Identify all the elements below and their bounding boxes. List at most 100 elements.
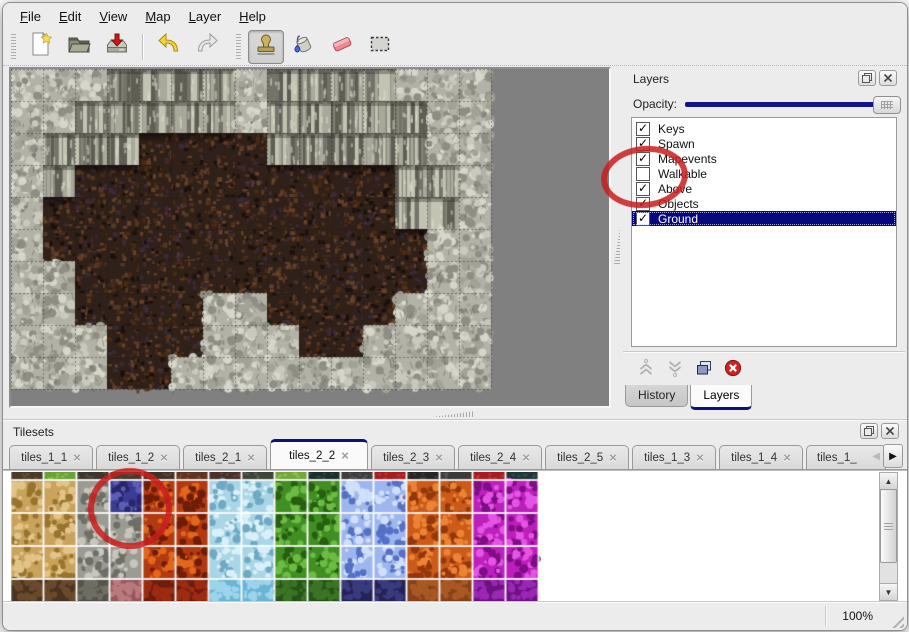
scroll-tabs-left-icon[interactable]: ◀ [869, 451, 883, 462]
open-folder-icon [66, 31, 92, 62]
layer-visibility-checkbox[interactable]: ✓ [636, 197, 650, 211]
toolbar-drag-handle[interactable] [11, 34, 16, 60]
layer-row-spawn[interactable]: ✓Spawn [632, 136, 896, 151]
tileset-tab-bar: tiles_1_1×tiles_1_2×tiles_2_1×tiles_2_2×… [3, 442, 907, 470]
duplicate-layer-button[interactable] [693, 357, 715, 379]
tilesets-panel: Tilesets tiles_1_1×tiles_1_2×tiles_2_1×t… [3, 419, 907, 602]
tileset-tab-label: tiles_1_1 [21, 452, 67, 464]
stamp-tool-button[interactable] [248, 30, 284, 64]
layer-row-walkable[interactable]: Walkable [632, 166, 896, 181]
layer-visibility-checkbox[interactable]: ✓ [636, 212, 650, 226]
map-canvas[interactable] [11, 69, 609, 406]
tileset-tab-label: tiles_1_3 [644, 452, 690, 464]
eraser-tool-button[interactable] [324, 30, 360, 64]
layers-panel-header: Layers [623, 67, 905, 91]
layer-visibility-checkbox[interactable]: ✓ [636, 122, 650, 136]
splitter-grip[interactable] [614, 227, 620, 265]
menu-item-layer[interactable]: Layer [180, 6, 231, 26]
tab-close-icon[interactable]: × [783, 453, 791, 463]
tab-close-icon[interactable]: × [341, 451, 349, 461]
layer-row-ground[interactable]: ✓Ground [632, 211, 896, 226]
tileset-tab-tiles_1_2[interactable]: tiles_1_2× [96, 445, 180, 469]
tileset-tab-tiles_1_1[interactable]: tiles_1_1 × [9, 445, 93, 469]
layer-row-above[interactable]: ✓ Above [632, 181, 896, 196]
dock-tab-layers[interactable]: Layers [690, 385, 752, 410]
layers-panel-title: Layers [623, 72, 669, 86]
resize-grip[interactable] [889, 613, 904, 628]
tab-close-icon[interactable]: × [73, 453, 81, 463]
float-panel-button[interactable] [858, 70, 876, 86]
open-map-button[interactable] [61, 30, 97, 64]
tab-close-icon[interactable]: × [696, 453, 704, 463]
layer-row-keys[interactable]: ✓ Keys [632, 121, 896, 136]
new-document-icon [28, 31, 54, 62]
layer-visibility-checkbox[interactable] [636, 167, 650, 181]
tileset-tab-label: tiles_1_4 [731, 452, 777, 464]
main-toolbar [3, 28, 907, 66]
selection-rectangle-icon [367, 31, 393, 62]
status-separator [825, 606, 827, 626]
tileset-tab-tiles_2_4[interactable]: tiles_2_4× [458, 445, 542, 469]
toolbar-separator [142, 34, 144, 60]
save-map-button[interactable] [99, 30, 135, 64]
tab-close-icon[interactable]: × [435, 453, 443, 463]
tileset-tab-tiles_1_4[interactable]: tiles_1_4 × [719, 445, 803, 469]
tileset-tab-tiles_2_1[interactable]: tiles_2_1 × [183, 445, 267, 469]
layers-toolbar [623, 351, 905, 383]
tab-close-icon[interactable]: × [609, 453, 617, 463]
tileset-scrollbar[interactable]: ▲ ▼ [879, 472, 898, 601]
layer-row-objects[interactable]: ✓ Objects [632, 196, 896, 211]
dock-tab-history[interactable]: History [625, 385, 688, 407]
opacity-slider[interactable] [685, 95, 901, 113]
tilesets-panel-title: Tilesets [3, 425, 54, 439]
raise-layer-button[interactable] [635, 357, 657, 379]
menu-item-help[interactable]: Help [230, 6, 275, 26]
save-icon [104, 31, 130, 62]
tileset-tab-label: tiles_2_2 [289, 450, 335, 462]
scroll-tabs-right-button[interactable]: ▶ [883, 444, 903, 468]
layer-row-mapevents[interactable]: ✓Mapevents [632, 151, 896, 166]
layers-dock: Layers Opacity: ✓Keys✓Spawn✓MapeventsWal… [623, 67, 905, 412]
rect-select-tool-button[interactable] [362, 30, 398, 64]
close-panel-button[interactable] [881, 423, 899, 439]
redo-button[interactable] [189, 30, 225, 64]
toolbar-drag-handle[interactable] [236, 34, 241, 60]
tab-close-icon[interactable]: × [522, 453, 530, 463]
tab-close-icon[interactable]: × [247, 453, 255, 463]
scroll-up-icon[interactable]: ▲ [880, 473, 897, 490]
menu-item-edit[interactable]: Edit [50, 6, 90, 26]
tileset-tab-tiles_1_3[interactable]: tiles_1_3 × [632, 445, 716, 469]
tileset-tab-label: tiles_2_3 [383, 452, 429, 464]
layer-name: Above [658, 182, 692, 196]
close-panel-button[interactable] [879, 70, 897, 86]
tab-close-icon[interactable]: × [160, 453, 168, 463]
menu-item-view[interactable]: View [90, 6, 136, 26]
tileset-tab-tiles_2_3[interactable]: tiles_2_3 × [371, 445, 455, 469]
tileset-canvas[interactable] [11, 472, 541, 601]
undo-button[interactable] [151, 30, 187, 64]
tileset-tab-tiles_2_5[interactable]: tiles_2_5× [545, 445, 629, 469]
tileset-tab-label: tiles_2_1 [195, 452, 241, 464]
fill-tool-button[interactable] [286, 30, 322, 64]
layer-visibility-checkbox[interactable]: ✓ [636, 182, 650, 196]
tileset-tab-tiles_2_2[interactable]: tiles_2_2 × [270, 439, 368, 469]
menu-item-file[interactable]: File [11, 6, 50, 26]
stamp-icon [253, 31, 279, 62]
layer-name: Walkable [658, 167, 707, 181]
vertical-splitter[interactable] [611, 67, 623, 408]
layer-visibility-checkbox[interactable]: ✓ [636, 152, 650, 166]
lower-layer-button[interactable] [664, 357, 686, 379]
scrollbar-thumb[interactable] [880, 489, 897, 563]
splitter-grip[interactable] [433, 411, 475, 417]
layer-name: Keys [658, 122, 685, 136]
app-window: FileEditViewMapLayerHelp [2, 2, 908, 631]
float-panel-button[interactable] [860, 423, 878, 439]
new-map-button[interactable] [23, 30, 59, 64]
layer-name: Objects [658, 197, 699, 211]
menu-item-map[interactable]: Map [136, 6, 179, 26]
scroll-down-icon[interactable]: ▼ [880, 583, 897, 600]
layer-visibility-checkbox[interactable]: ✓ [636, 137, 650, 151]
delete-layer-button[interactable] [722, 357, 744, 379]
opacity-slider-handle[interactable] [873, 96, 901, 114]
opacity-slider-track[interactable] [685, 102, 899, 107]
